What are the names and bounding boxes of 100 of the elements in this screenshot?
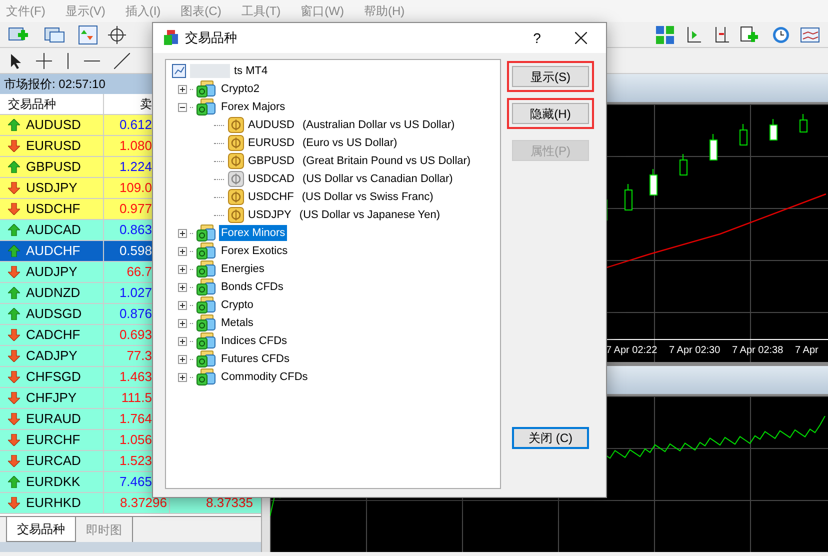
candle	[650, 168, 658, 196]
folder-coin-icon	[196, 332, 216, 350]
symbol-cell-text: AUDCAD	[26, 221, 81, 240]
candle	[800, 114, 808, 132]
dialog-button[interactable]: 隐藏(H)	[512, 103, 589, 124]
candle	[624, 184, 632, 210]
expand-icon[interactable]	[178, 354, 187, 364]
bid-cell-text: 66.7	[126, 263, 152, 282]
expand-icon[interactable]	[178, 318, 187, 328]
candle	[770, 118, 778, 140]
clock-icon[interactable]	[772, 26, 790, 44]
bid-cell-text: 1.056	[119, 431, 152, 450]
crosshair-icon[interactable]	[108, 26, 126, 44]
symbol-cell-text: GBPUSD	[26, 158, 81, 176]
symbol-cell-text: EURHKD	[26, 494, 81, 512]
symbol-description: (US Dollar vs Japanese Yen)	[299, 208, 440, 223]
expand-icon[interactable]	[178, 84, 187, 94]
quote-row[interactable]: EURHKD 8.37296 8.37335	[0, 493, 261, 514]
folder-coin-icon	[196, 80, 216, 98]
bid-cell-text: 0.876	[119, 305, 152, 324]
bid-cell-text: 1.523	[119, 452, 152, 470]
trend-line-icon[interactable]	[114, 52, 130, 68]
symbol-cell-text: CADCHF	[26, 326, 80, 344]
folder-coin-icon	[196, 350, 216, 368]
symbol-description: (US Dollar vs Swiss Franc)	[302, 190, 434, 205]
folder-coin-icon	[196, 98, 216, 116]
tree-item[interactable]: Forex Majors	[219, 98, 288, 116]
dialog-button[interactable]: 显示(S)	[512, 66, 589, 87]
candle	[710, 134, 718, 160]
symbol-description: (Euro vs US Dollar)	[302, 136, 398, 151]
candle	[740, 124, 748, 146]
expand-icon[interactable]	[178, 228, 187, 238]
expand-icon[interactable]	[178, 264, 187, 274]
bid-cell-text: 1.764	[119, 410, 152, 428]
time-axis-label: 7 Apr 02:30	[668, 344, 722, 358]
cursor-icon[interactable]	[10, 52, 22, 68]
symbol-cell-text: AUDUSD	[26, 116, 81, 134]
bid-cell-text: 1.027	[119, 284, 152, 302]
candle	[680, 154, 688, 176]
dialog-title: 交易品种	[185, 29, 238, 48]
symbol-cell-text: AUDCHF	[26, 242, 80, 260]
symbol-cell-text: EURUSD	[26, 137, 81, 156]
collapse-icon[interactable]	[178, 102, 187, 112]
symbol-cell-text: CADJPY	[26, 347, 78, 366]
bid-cell-text: 7.465	[119, 473, 152, 492]
bid-cell-text: 8.37296	[120, 494, 167, 512]
column-header[interactable]: 交易品种	[0, 94, 104, 114]
symbol-description: (US Dollar vs Canadian Dollar)	[302, 172, 453, 187]
time-axis-label: 7 Apr 02:38	[731, 344, 784, 358]
bid-cell-text: 0.977	[119, 200, 152, 218]
market-watch-icon[interactable]	[78, 24, 98, 44]
chart-icon	[172, 64, 186, 78]
symbol-cell-text: USDCHF	[26, 200, 80, 218]
help-button[interactable]: ?	[522, 26, 552, 50]
panel-tab[interactable]: 交易品种	[6, 517, 76, 542]
tile-windows-icon[interactable]	[656, 26, 674, 44]
symbol-cell-text: EURCHF	[26, 431, 80, 450]
horizontal-line-icon[interactable]	[84, 58, 100, 62]
expand-icon[interactable]	[178, 246, 187, 256]
crosshair-icon[interactable]	[36, 52, 52, 68]
symbol-cell-text: AUDSGD	[26, 305, 82, 324]
expand-icon[interactable]	[178, 336, 187, 346]
close-dialog-button[interactable]: 关闭 (C)	[512, 427, 589, 449]
bid-cell-text: 77.3	[126, 347, 152, 366]
folder-coin-icon	[196, 314, 216, 332]
blurred-area	[190, 64, 230, 78]
expand-icon[interactable]	[178, 282, 187, 292]
ask-cell-text: 8.37335	[206, 494, 253, 512]
bid-cell-text: 0.693	[119, 326, 152, 344]
symbol-cell-text: USDJPY	[26, 179, 78, 198]
bid-cell-text: 111.5	[121, 389, 152, 408]
symbol-cell-text: CHFSGD	[26, 368, 81, 386]
close-icon	[575, 32, 587, 44]
symbol-description: (Great Britain Pound vs US Dollar)	[302, 154, 471, 169]
symbol-cell-text: AUDNZD	[26, 284, 80, 302]
symbol-description: (Australian Dollar vs US Dollar)	[302, 118, 455, 133]
folder-coin-icon	[196, 296, 216, 314]
symbol-cell-text: AUDJPY	[26, 263, 78, 282]
folder-coin-icon	[196, 242, 216, 260]
bid-cell-text: 1.463	[119, 368, 152, 386]
folder-coin-icon	[196, 260, 216, 278]
vertical-line-icon[interactable]	[66, 52, 70, 68]
time-axis-label: 7 Apr	[794, 344, 820, 358]
app-icon	[163, 30, 179, 46]
symbol-cell-text: EURDKK	[26, 473, 80, 492]
expand-icon[interactable]	[178, 300, 187, 310]
symbol-cell-text: CHFJPY	[26, 389, 77, 408]
folder-coin-icon	[196, 224, 216, 242]
templates-icon[interactable]	[800, 26, 820, 42]
tree-item[interactable]: Forex Minors	[219, 224, 288, 242]
bid-cell-text: 0.598	[119, 242, 152, 260]
symbol-cell-text: EURCAD	[26, 452, 81, 470]
bid-cell-text: 109.0	[119, 179, 152, 198]
expand-icon[interactable]	[178, 372, 187, 382]
folder-coin-icon	[196, 278, 216, 296]
bid-cell-text: 0.863	[119, 221, 152, 240]
bid-cell-text: 1.080	[119, 137, 152, 156]
symbol-cell-text: EURAUD	[26, 410, 81, 428]
bid-cell-text: 1.224	[119, 158, 152, 176]
folder-coin-icon	[196, 368, 216, 386]
